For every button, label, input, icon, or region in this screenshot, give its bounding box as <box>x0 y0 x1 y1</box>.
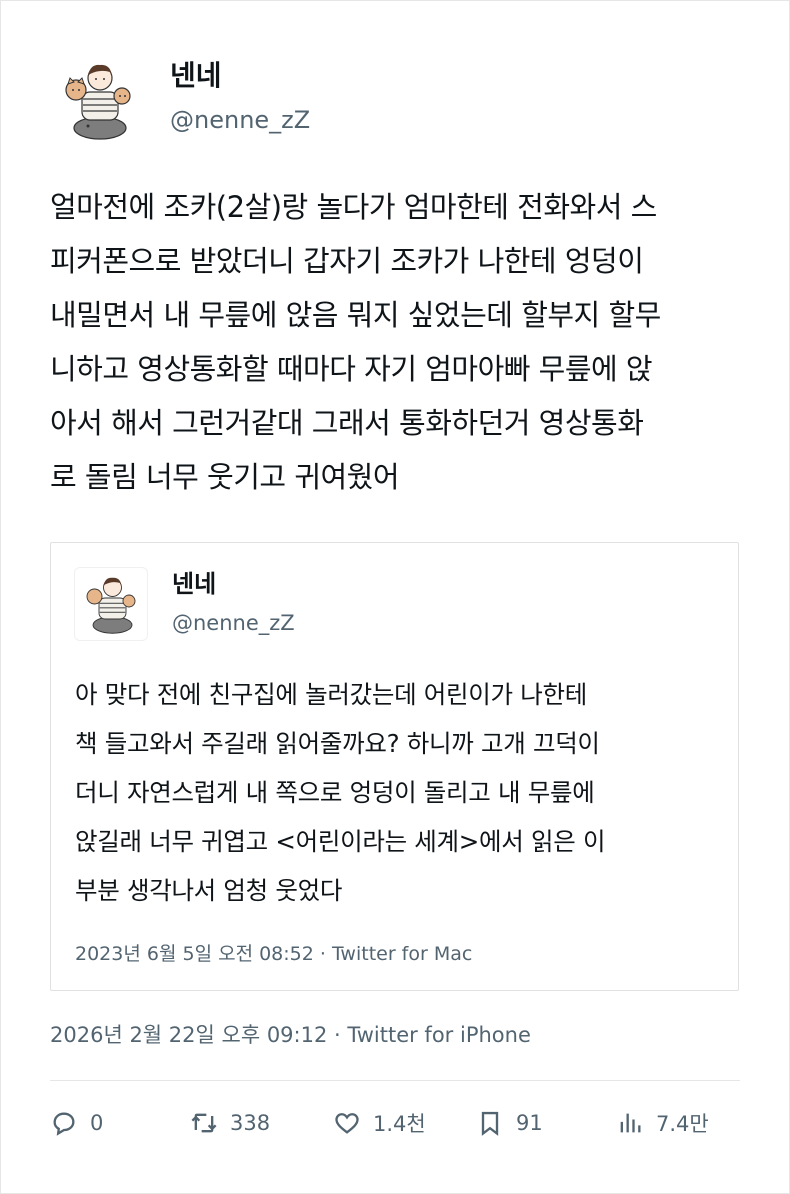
reply-icon <box>53 1112 75 1136</box>
like-count: 1.4천 <box>373 1112 426 1136</box>
divider <box>50 1080 740 1081</box>
bookmark-icon <box>481 1111 499 1136</box>
retweet-icon <box>191 1113 217 1133</box>
author-name[interactable]: 넨네 <box>170 58 222 94</box>
bookmark-count: 91 <box>516 1111 543 1135</box>
views-icon <box>620 1113 641 1133</box>
tweet-timestamp[interactable]: 2026년 2월 22일 오후 09:12 · Twitter for iPho… <box>50 1020 531 1050</box>
quote-text: 아 맞다 전에 친구집에 놀러갔는데 어린이가 나한테 책 들고와서 주길래 읽… <box>75 670 725 915</box>
heart-icon <box>335 1113 359 1134</box>
quote-author-handle[interactable]: @nenne_zZ <box>172 609 295 637</box>
tweet-text-line: 니하고 영상통화할 때마다 자기 엄마아빠 무릎에 앉 <box>50 352 653 386</box>
quote-text-line: 아 맞다 전에 친구집에 놀러갔는데 어린이가 나한테 <box>75 680 587 709</box>
quote-text-line: 앉길래 너무 귀엽고 <어린이라는 세계>에서 읽은 이 <box>75 827 606 856</box>
quote-author-name[interactable]: 넨네 <box>172 568 216 600</box>
tweet-text: 얼마전에 조카(2살)랑 놀다가 엄마한테 전화와서 스 피커폰으로 받았더니 … <box>50 180 740 504</box>
like-button[interactable]: 1.4천 <box>333 1103 426 1143</box>
tweet-text-line: 로 돌림 너무 웃기고 귀여웠어 <box>50 460 400 494</box>
author-handle[interactable]: @nenne_zZ <box>170 104 310 136</box>
views-count: 7.4만 <box>656 1112 709 1136</box>
bookmark-button[interactable]: 91 <box>476 1103 543 1143</box>
tweet-text-line: 아서 해서 그런거같대 그래서 통화하던거 영상통화 <box>50 406 644 440</box>
retweet-button[interactable]: 338 <box>190 1103 270 1143</box>
tweet-text-line: 얼마전에 조카(2살)랑 놀다가 엄마한테 전화와서 스 <box>50 190 657 224</box>
quote-timestamp[interactable]: 2023년 6월 5일 오전 08:52 · Twitter for Mac <box>75 940 472 968</box>
quote-text-line: 더니 자연스럽게 내 쪽으로 엉덩이 돌리고 내 무릎에 <box>75 778 595 807</box>
quote-author-avatar[interactable] <box>74 567 148 641</box>
author-avatar[interactable] <box>50 52 146 148</box>
views-button[interactable]: 7.4만 <box>616 1103 709 1143</box>
tweet-text-line: 내밀면서 내 무릎에 앉음 뭐지 싶었는데 할부지 할무 <box>50 298 661 332</box>
reply-button[interactable]: 0 <box>50 1103 103 1143</box>
retweet-count: 338 <box>230 1111 271 1135</box>
reply-count: 0 <box>90 1111 104 1135</box>
quote-text-line: 부분 생각나서 엄청 웃었다 <box>75 876 343 905</box>
tweet-text-line: 피커폰으로 받았더니 갑자기 조카가 나한테 엉덩이 <box>50 244 644 278</box>
quote-text-line: 책 들고와서 주길래 읽어줄까요? 하니까 고개 끄덕이 <box>75 729 600 758</box>
